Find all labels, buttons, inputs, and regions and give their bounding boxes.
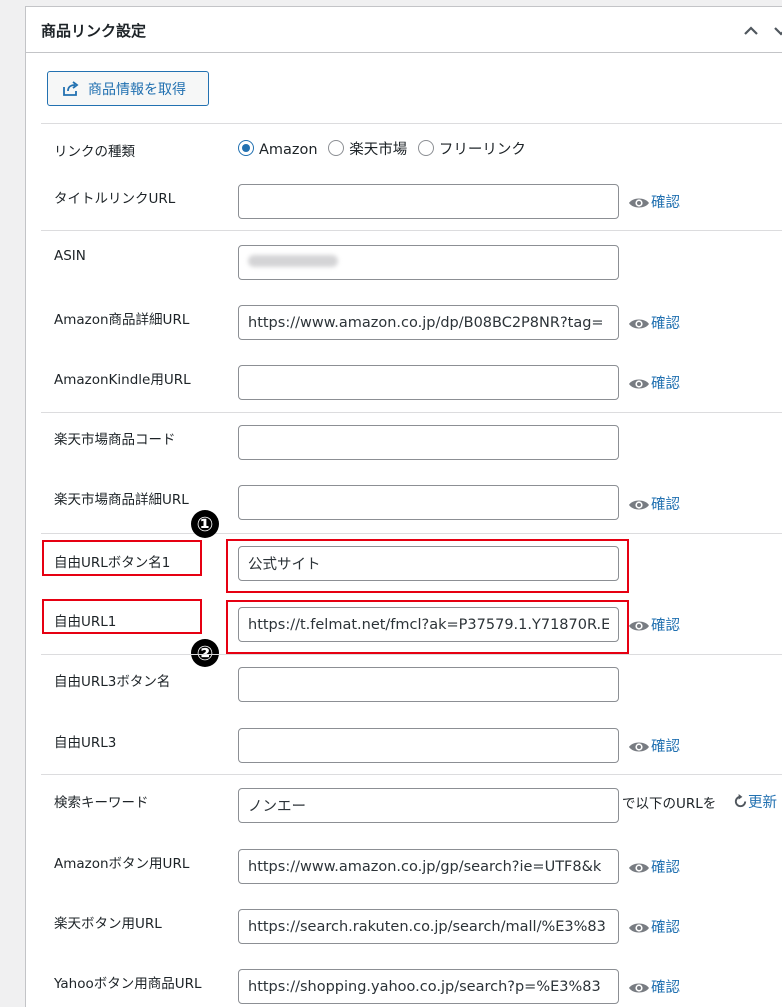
asin-blurred-value [248, 255, 338, 267]
eye-icon [629, 500, 649, 510]
confirm-yahoo-button-url[interactable]: 確認 [628, 976, 680, 997]
kindle-url-input[interactable] [238, 365, 619, 400]
yahoo-button-url-input[interactable] [238, 969, 619, 1004]
link-type-label: リンクの種類 [54, 144, 135, 160]
rakuten-button-url-input[interactable] [238, 909, 619, 944]
divider [41, 230, 782, 231]
highlight-label-box-2 [42, 599, 202, 634]
search-keyword-input[interactable] [238, 788, 619, 823]
confirm-rakuten-detail-url[interactable]: 確認 [628, 493, 680, 514]
amazon-detail-url-input[interactable] [238, 305, 619, 340]
chevron-down-icon[interactable] [771, 21, 782, 41]
marker-2: ② [191, 639, 219, 667]
asin-label: ASIN [54, 248, 86, 264]
eye-icon [629, 742, 649, 752]
radio-amazon-control[interactable] [238, 140, 254, 156]
divider [41, 774, 782, 775]
link-type-radio-group: Amazon 楽天市場 フリーリンク [238, 138, 532, 159]
panel-header: 商品リンク設定 [26, 7, 782, 53]
amazon-button-url-input[interactable] [238, 849, 619, 884]
rakuten-detail-url-label: 楽天市場商品詳細URL [54, 492, 189, 508]
highlight-label-box-1 [42, 540, 202, 576]
divider [41, 412, 782, 413]
product-link-settings-panel: 商品リンク設定 商品情報を取得 リンクの種類 Amazon 楽天市場 フリーリン… [25, 6, 782, 1007]
external-share-icon [63, 81, 79, 96]
eye-icon [629, 319, 649, 329]
radio-free-link-control[interactable] [417, 140, 434, 156]
free-button-name3-label: 自由URL3ボタン名 [54, 674, 171, 690]
panel-title: 商品リンク設定 [41, 22, 147, 40]
yahoo-button-url-label: Yahooボタン用商品URL [54, 976, 202, 992]
search-keyword-suffix: で以下のURLを [622, 796, 717, 812]
marker-1: ① [191, 510, 219, 538]
radio-amazon[interactable]: Amazon [238, 140, 318, 158]
free-button-name3-input[interactable] [238, 667, 619, 702]
radio-rakuten-control[interactable] [328, 140, 345, 156]
confirm-amazon-detail-url[interactable]: 確認 [628, 312, 680, 333]
highlight-input-box-2 [226, 600, 629, 654]
rakuten-detail-url-input[interactable] [238, 485, 619, 520]
fetch-product-info-button[interactable]: 商品情報を取得 [47, 71, 209, 106]
amazon-detail-url-label: Amazon商品詳細URL [54, 312, 190, 328]
refresh-icon [734, 794, 747, 808]
refresh-urls-link[interactable]: 更新 [733, 791, 777, 812]
title-link-url-input[interactable] [238, 184, 619, 219]
kindle-url-label: AmazonKindle用URL [54, 372, 191, 388]
free-url3-input[interactable] [238, 728, 619, 763]
divider [41, 654, 782, 655]
eye-icon [629, 198, 649, 208]
eye-icon [629, 621, 649, 631]
confirm-amazon-button-url[interactable]: 確認 [628, 856, 680, 877]
rakuten-button-url-label: 楽天ボタン用URL [54, 916, 162, 932]
confirm-title-link-url[interactable]: 確認 [628, 191, 680, 212]
title-link-url-label: タイトルリンクURL [54, 191, 176, 207]
search-keyword-label: 検索キーワード [54, 795, 149, 811]
free-url3-label: 自由URL3 [54, 735, 117, 751]
fetch-product-info-label: 商品情報を取得 [88, 81, 186, 97]
eye-icon [629, 923, 649, 933]
eye-icon [629, 863, 649, 873]
highlight-input-box-1 [226, 539, 629, 593]
eye-icon [629, 379, 649, 389]
amazon-button-url-label: Amazonボタン用URL [54, 856, 190, 872]
confirm-rakuten-button-url[interactable]: 確認 [628, 916, 680, 937]
radio-free-link[interactable]: フリーリンク [417, 140, 526, 158]
divider [41, 533, 782, 534]
eye-icon [629, 983, 649, 993]
radio-rakuten[interactable]: 楽天市場 [328, 140, 407, 158]
confirm-kindle-url[interactable]: 確認 [628, 372, 680, 393]
chevron-up-icon[interactable] [741, 21, 761, 41]
rakuten-code-label: 楽天市場商品コード [54, 432, 176, 448]
confirm-free-url1[interactable]: 確認 [628, 614, 680, 635]
divider [41, 123, 782, 124]
confirm-free-url3[interactable]: 確認 [628, 735, 680, 756]
rakuten-code-input[interactable] [238, 425, 619, 460]
